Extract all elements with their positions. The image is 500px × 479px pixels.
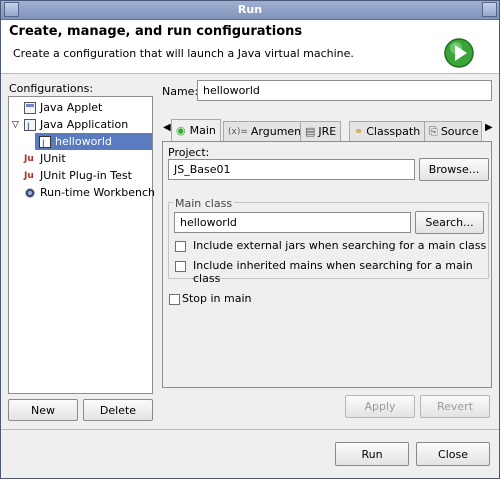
project-input[interactable]: JS_Base01	[168, 159, 415, 180]
tab-main[interactable]: ◉ Main	[171, 119, 221, 141]
jre-tab-icon: ▤	[305, 125, 316, 138]
configurations-tree: Java Applet ▽ J Java Application J hello…	[8, 96, 155, 394]
arguments-tab-icon: (x)=	[228, 126, 248, 137]
tree-item-java-application[interactable]: ▽ J Java Application	[12, 116, 128, 133]
tab-source[interactable]: ⎘ Source	[424, 121, 482, 141]
main-class-group: Main class helloworld Search... Include …	[168, 197, 489, 285]
include-external-label: Include external jars when searching for…	[193, 239, 487, 252]
junit-icon: Ju	[24, 153, 34, 164]
apply-button[interactable]: Apply	[345, 395, 415, 418]
tab-classpath[interactable]: ⚭ Classpath	[349, 121, 426, 141]
stop-in-main-label: Stop in main	[182, 292, 252, 305]
tab-scroll-left-icon[interactable]: ◀	[163, 122, 171, 133]
tab-label: Main	[189, 124, 216, 137]
tree-item-label: Java Application	[40, 118, 129, 131]
header-title: Create, manage, and run configurations	[9, 24, 303, 39]
name-label: Name:	[162, 85, 199, 98]
java-applet-icon	[24, 101, 36, 114]
java-config-icon: J	[39, 135, 51, 148]
header-subtitle: Create a configuration that will launch …	[13, 47, 354, 60]
tab-label: Source	[440, 125, 479, 138]
tab-content-main: Project: JS_Base01 Browse... Main class …	[162, 141, 492, 388]
dialog-header: Create, manage, and run configurations C…	[1, 20, 499, 74]
close-button[interactable]: Close	[416, 442, 490, 466]
name-input[interactable]: helloworld	[197, 80, 492, 101]
search-button[interactable]: Search...	[415, 211, 484, 234]
junit-plugin-icon: Ju	[24, 170, 34, 181]
run-dialog: Run Create, manage, and run configuratio…	[0, 0, 500, 479]
tree-item-helloworld[interactable]: J helloworld	[35, 133, 152, 150]
delete-button[interactable]: Delete	[83, 399, 153, 421]
run-banner-icon	[444, 38, 474, 68]
svg-text:J: J	[26, 122, 30, 131]
window-title: Run	[237, 3, 263, 16]
include-inherited-checkbox[interactable]	[175, 261, 186, 272]
tree-item-label: Java Applet	[40, 101, 103, 114]
tree-item-label: Run-time Workbench	[40, 186, 156, 199]
classpath-tab-icon: ⚭	[354, 125, 364, 138]
expand-arrow-icon[interactable]: ▽	[12, 120, 24, 130]
svg-text:J: J	[41, 139, 45, 148]
project-label: Project:	[168, 146, 210, 159]
new-button[interactable]: New	[8, 399, 78, 421]
tab-scroll-right-icon[interactable]: ▶	[485, 122, 493, 133]
run-button[interactable]: Run	[335, 442, 409, 466]
tab-label: Classpath	[366, 125, 421, 138]
include-external-checkbox[interactable]	[175, 241, 186, 252]
tab-jre[interactable]: ▤ JRE	[300, 121, 342, 141]
java-application-icon: J	[24, 118, 36, 131]
tree-item-runtime-workbench[interactable]: Run-time Workbench	[24, 184, 155, 201]
browse-button[interactable]: Browse...	[419, 158, 489, 181]
tree-item-label: JUnit Plug-in Test	[40, 169, 132, 182]
stop-in-main-checkbox[interactable]	[169, 294, 180, 305]
tree-item-label: JUnit	[40, 152, 66, 165]
tree-item-java-applet[interactable]: Java Applet	[24, 99, 102, 116]
tree-item-junit-plugin[interactable]: Ju JUnit Plug-in Test	[24, 167, 132, 184]
window-close-button[interactable]	[482, 2, 497, 17]
tab-label: JRE	[318, 125, 337, 138]
title-bar: Run	[1, 1, 499, 20]
source-tab-icon: ⎘	[429, 124, 438, 138]
main-tab-icon: ◉	[176, 124, 186, 137]
tree-item-label: helloworld	[55, 135, 112, 148]
workbench-icon	[25, 188, 35, 197]
revert-button[interactable]: Revert	[420, 395, 490, 418]
include-inherited-label: Include inherited mains when searching f…	[193, 259, 473, 285]
configurations-label: Configurations:	[9, 82, 94, 95]
main-class-input[interactable]: helloworld	[174, 212, 411, 233]
tree-item-junit[interactable]: Ju JUnit	[24, 150, 66, 167]
main-class-label: Main class	[173, 197, 235, 210]
footer-separator	[1, 429, 499, 430]
